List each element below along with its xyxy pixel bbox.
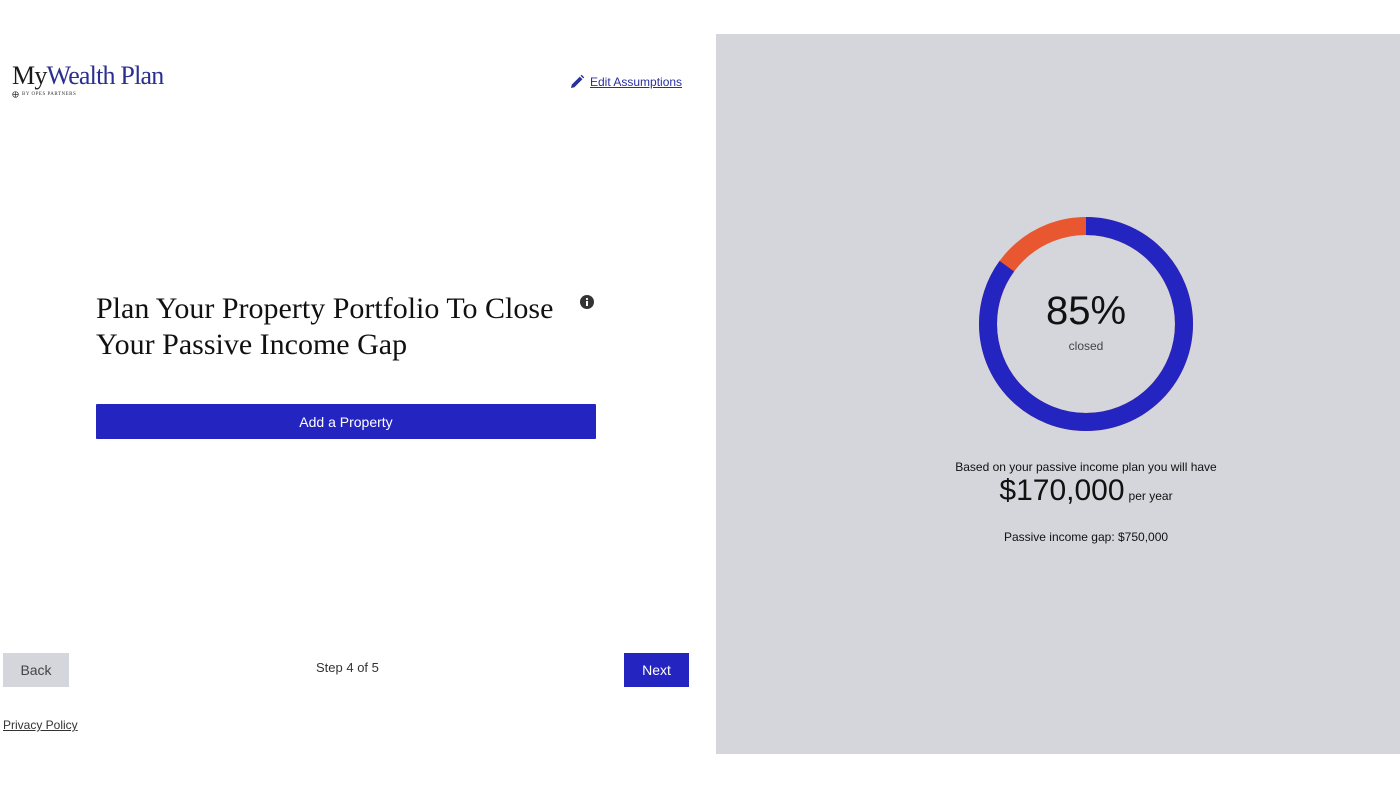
add-property-button[interactable]: Add a Property [96,404,596,439]
pencil-icon [571,74,585,88]
back-button[interactable]: Back [3,653,69,687]
per-year-label: per year [1128,489,1173,503]
privacy-policy-link[interactable]: Privacy Policy [3,718,78,732]
percent-closed: 85% [1045,289,1127,333]
income-gap-text: Passive income gap: $750,000 [1003,530,1169,544]
page-title: Plan Your Property Portfolio To Close Yo… [96,292,554,361]
info-icon[interactable] [580,295,594,309]
brand-tagline-text: BY OPES PARTNERS [22,92,77,97]
closed-label: closed [1068,339,1104,353]
step-indicator: Step 4 of 5 [316,660,379,675]
plan-summary-text: Based on your passive income plan you wi… [955,460,1217,474]
edit-assumptions-label: Edit Assumptions [590,75,683,89]
annual-income: $170,000 per year [886,474,1286,508]
next-button[interactable]: Next [624,653,689,687]
emblem-icon [12,91,19,98]
brand-logo[interactable]: MyWealth Plan BY OPES PARTNERS [12,61,165,98]
brand-name: MyWealth Plan [12,61,165,90]
income-amount: $170,000 [999,474,1125,507]
brand-name-part2: Wealth Plan [46,61,165,90]
edit-assumptions-link[interactable]: Edit Assumptions [569,74,682,90]
summary-panel: 85% closed Based on your passive income … [716,34,1400,754]
brand-tagline: BY OPES PARTNERS [12,91,163,98]
brand-name-part1: My [12,61,47,90]
left-panel: MyWealth Plan BY OPES PARTNERS Edit Assu… [0,0,716,788]
